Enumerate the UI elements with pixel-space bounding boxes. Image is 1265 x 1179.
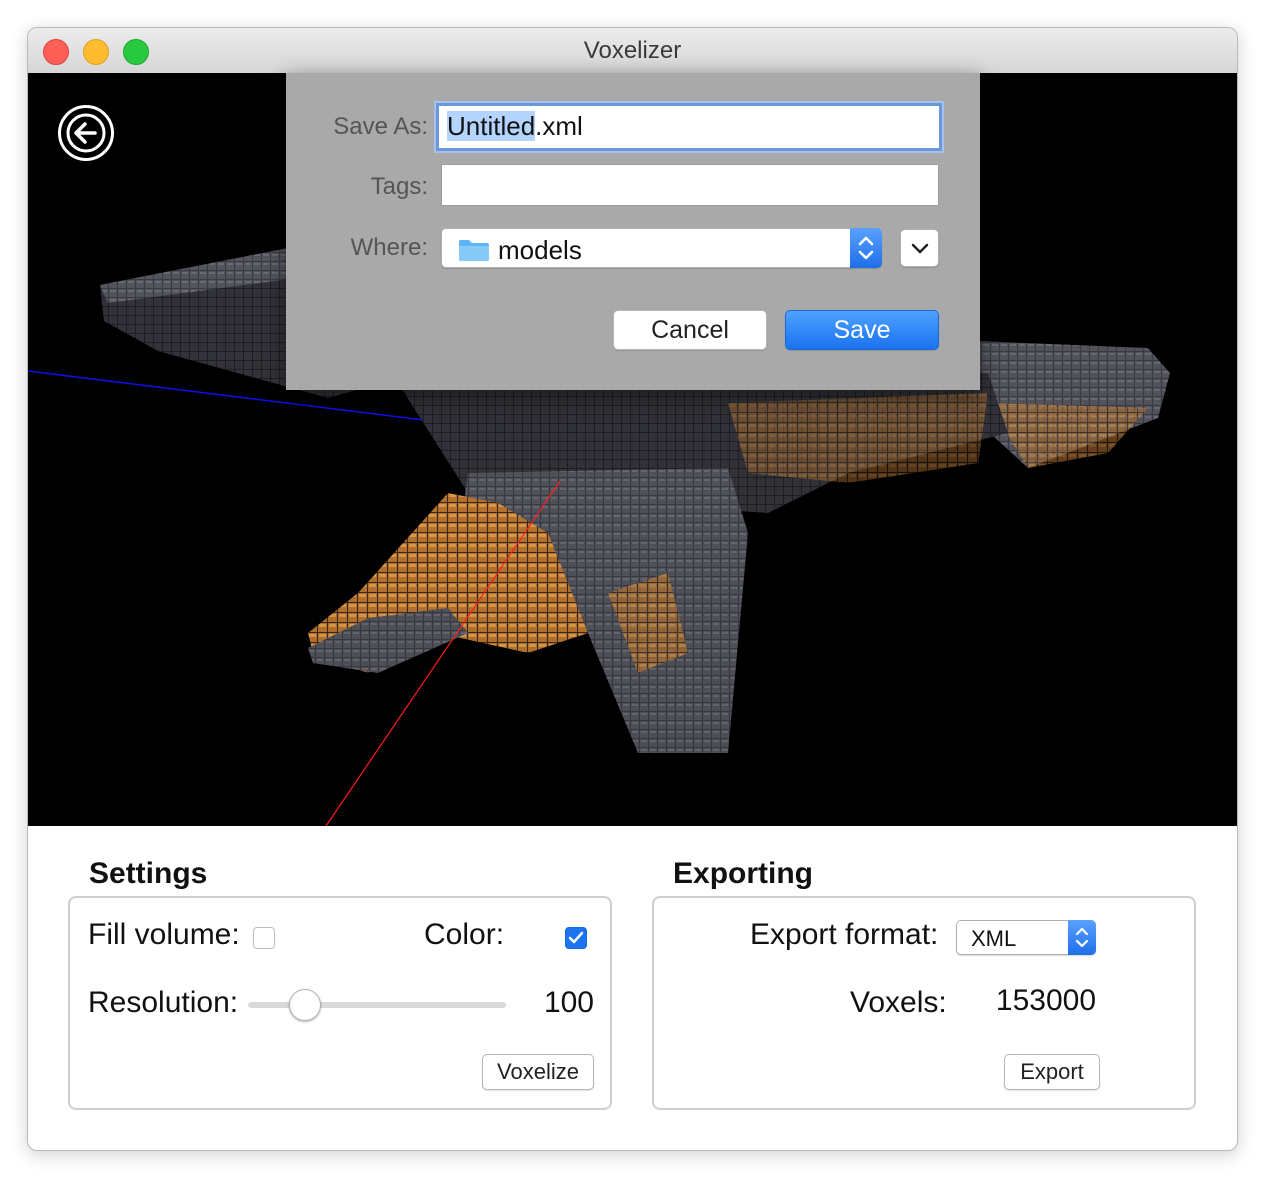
resolution-slider-knob[interactable] [288,989,321,1021]
voxels-value: 153000 [995,984,1096,1017]
folder-icon [459,240,489,261]
export-button[interactable]: Export [1004,1054,1100,1090]
settings-title: Settings [89,857,208,890]
filename-input[interactable]: Untitled.xml [436,103,942,151]
voxelize-button[interactable]: Voxelize [482,1054,594,1090]
where-value: models [498,235,582,265]
tags-label: Tags: [370,173,428,200]
voxels-label: Voxels: [850,986,947,1019]
tags-input[interactable] [441,164,939,206]
exporting-panel: Export format: XML Voxels: 153000 Export [652,896,1196,1110]
settings-panel: Fill volume: Color: Resolution: 100 Voxe… [68,896,612,1110]
export-format-stepper [1068,920,1096,955]
filename-extension-text: .xml [535,111,583,141]
where-label: Where: [350,234,428,261]
checkmark-icon [568,931,584,944]
filename-selected-text: Untitled [447,111,536,141]
save-as-label: Save As: [333,113,428,140]
where-stepper [850,228,882,268]
resolution-value: 100 [543,986,594,1019]
exporting-title: Exporting [673,857,813,890]
chevron-down-icon [911,243,929,254]
arrow-left-circle-icon [66,113,106,153]
fill-volume-checkbox[interactable] [253,927,275,949]
resolution-label: Resolution: [88,986,239,1019]
expand-dialog-button[interactable] [900,229,939,267]
where-popup[interactable]: models [441,228,882,268]
app-window: Voxelizer Save As: Untitled.xml Tags: Wh… [27,27,1238,1151]
export-format-value: XML [971,926,1017,951]
fill-volume-label: Fill volume: [88,918,240,951]
back-button[interactable] [58,105,114,161]
export-format-popup[interactable]: XML [956,920,1096,955]
chevron-updown-icon [1075,927,1089,948]
window-title: Voxelizer [583,37,682,64]
resolution-slider-track[interactable] [248,1002,506,1008]
chevron-updown-icon [858,236,874,260]
export-format-label: Export format: [750,918,939,951]
cancel-button[interactable]: Cancel [613,310,767,350]
color-checkbox[interactable] [565,927,587,949]
save-button[interactable]: Save [785,310,939,350]
color-label: Color: [424,918,505,951]
title-bar: Voxelizer [28,28,1237,74]
save-dialog: Save As: Untitled.xml Tags: Where: model… [286,73,980,390]
